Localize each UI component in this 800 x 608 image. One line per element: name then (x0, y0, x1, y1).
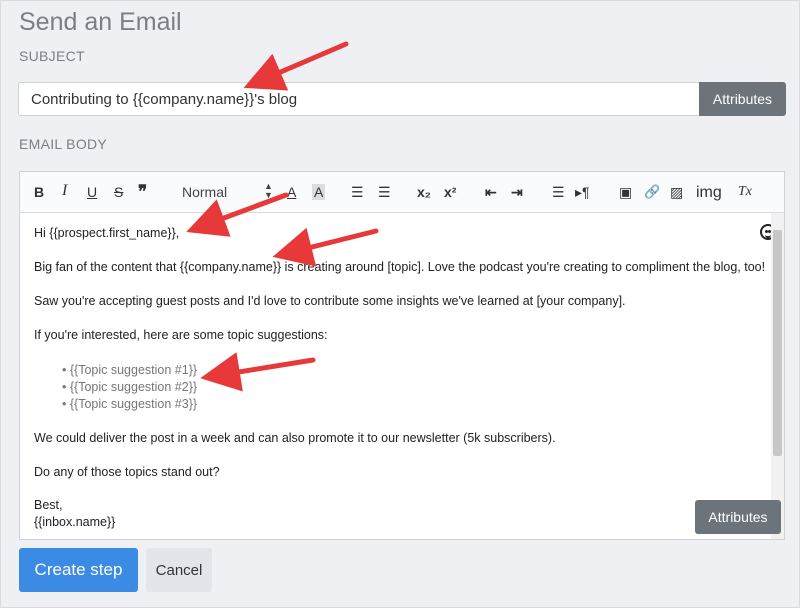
img-button[interactable]: img (696, 185, 722, 201)
superscript-icon[interactable]: x² (444, 184, 456, 200)
email-editor: B I U S ❞ Normal ▲ ▼ A A ☰ ☰ x₂ x² ⇤ ⇥ ☰ … (19, 171, 785, 540)
ordered-list-icon[interactable]: ☰ (351, 184, 364, 200)
indent-icon[interactable]: ⇥ (511, 184, 523, 200)
editor-toolbar: B I U S ❞ Normal ▲ ▼ A A ☰ ☰ x₂ x² ⇤ ⇥ ☰ … (20, 172, 784, 213)
email-body-content[interactable]: Hi {{prospect.first_name}}, Big fan of t… (20, 213, 772, 539)
bullet-list-icon[interactable]: ☰ (378, 184, 391, 200)
subject-row: Attributes (18, 82, 786, 118)
create-step-button[interactable]: Create step (19, 548, 138, 592)
paragraph-2: Saw you're accepting guest posts and I'd… (34, 294, 626, 308)
bold-button[interactable]: B (34, 184, 44, 200)
format-select[interactable]: Normal ▲ ▼ (182, 182, 273, 201)
email-body-label: EMAIL BODY (19, 136, 108, 152)
format-select-value: Normal (182, 184, 228, 200)
greeting-line: Hi {{prospect.first_name}}, (34, 226, 180, 240)
topic-item: • {{Topic suggestion #2}} (62, 380, 198, 394)
cancel-button[interactable]: Cancel (146, 548, 212, 592)
text-direction-icon[interactable]: ▸¶ (575, 184, 590, 200)
scrollbar-thumb[interactable] (773, 230, 782, 456)
link-icon[interactable]: 🔗 (644, 184, 660, 200)
topic-item: • {{Topic suggestion #1}} (62, 363, 198, 377)
subject-label: SUBJECT (19, 48, 85, 64)
body-attributes-button[interactable]: Attributes (695, 500, 781, 534)
paragraph-5: Do any of those topics stand out? (34, 465, 220, 479)
topic-item: • {{Topic suggestion #3}} (62, 397, 198, 411)
page-title: Send an Email (19, 8, 182, 36)
image-icon[interactable]: ▨ (670, 184, 683, 200)
paragraph-3: If you're interested, here are some topi… (34, 328, 328, 342)
text-color-icon[interactable]: A (287, 184, 296, 200)
align-icon[interactable]: ☰ (552, 184, 565, 200)
subject-attributes-button[interactable]: Attributes (699, 82, 786, 116)
signoff-line: Best, (34, 498, 63, 512)
strike-button[interactable]: S (114, 184, 123, 200)
signature-line: {{inbox.name}} (34, 515, 116, 529)
select-caret-icon: ▲ ▼ (264, 181, 273, 200)
background-color-icon[interactable]: A (312, 184, 326, 200)
quote-icon[interactable]: ❞ (138, 183, 147, 200)
italic-button[interactable]: I (62, 183, 67, 199)
video-icon[interactable]: ▣ (619, 184, 632, 200)
subject-input[interactable] (18, 82, 700, 116)
paragraph-1: Big fan of the content that {{company.na… (34, 260, 766, 274)
underline-button[interactable]: U (87, 184, 97, 200)
clear-format-icon[interactable]: Tx (738, 184, 752, 200)
outdent-icon[interactable]: ⇤ (485, 184, 497, 200)
paragraph-4: We could deliver the post in a week and … (34, 431, 556, 445)
subscript-icon[interactable]: x₂ (417, 184, 431, 200)
